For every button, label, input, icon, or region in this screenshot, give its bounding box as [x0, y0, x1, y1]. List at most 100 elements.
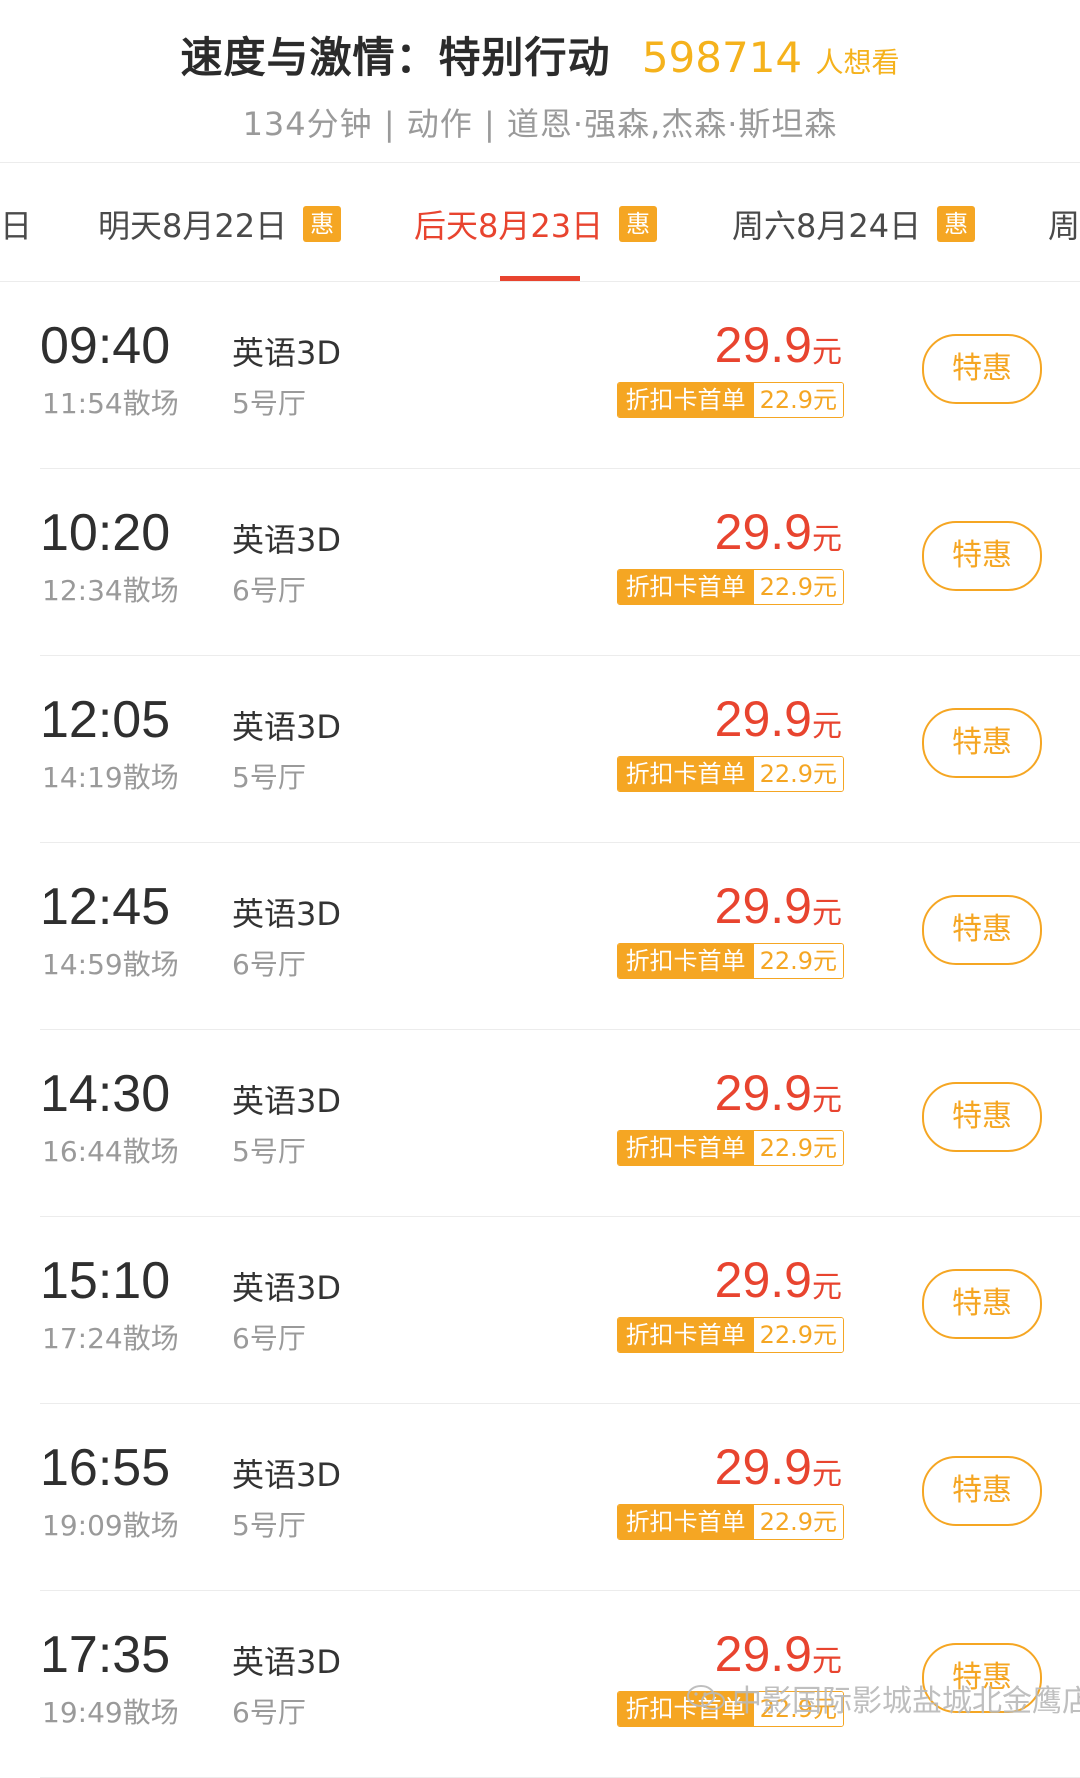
showtime-list: 09:40 11:54散场 英语3D 5号厅 29.9元 折扣卡首单 22.9元 … — [0, 282, 1080, 1778]
end-time: 12:34散场 — [42, 574, 179, 607]
card-label: 折扣卡首单 — [617, 1505, 754, 1539]
price-value: 29.9 — [714, 1439, 812, 1495]
hall-name: 5号厅 — [232, 387, 306, 420]
start-time: 12:45 — [40, 878, 171, 936]
price-unit: 元 — [812, 896, 842, 931]
special-offer-button[interactable]: 特惠 — [922, 1269, 1042, 1339]
showtime-row[interactable]: 12:05 14:19散场 英语3D 5号厅 29.9元 折扣卡首单 22.9元 … — [0, 656, 1080, 843]
tab-date-sunday[interactable]: 周 — [1048, 201, 1080, 247]
movie-title: 速度与激情：特别行动 — [180, 33, 611, 82]
price: 29.9元 — [715, 877, 842, 935]
price-unit: 元 — [812, 1457, 842, 1492]
hall-name: 5号厅 — [232, 1135, 306, 1168]
showtime-row[interactable]: 14:30 16:44散场 英语3D 5号厅 29.9元 折扣卡首单 22.9元 … — [0, 1030, 1080, 1217]
end-time: 19:49散场 — [42, 1696, 179, 1729]
watermark-text: 中影国际影城盐城北金鹰店 — [732, 1684, 1080, 1719]
end-time: 19:09散场 — [42, 1509, 179, 1542]
hall-name: 6号厅 — [232, 948, 306, 981]
special-offer-button[interactable]: 特惠 — [922, 895, 1042, 965]
discount-card-offer: 折扣卡首单 22.9元 — [616, 943, 844, 979]
end-time: 14:59散场 — [42, 948, 179, 981]
want-label: 人想看 — [815, 46, 900, 79]
movie-header: 速度与激情：特别行动 598714 人想看 134分钟 | 动作 | 道恩·强森… — [0, 0, 1080, 163]
language-format: 英语3D — [232, 708, 342, 746]
discount-card-offer: 折扣卡首单 22.9元 — [616, 569, 844, 605]
price-unit: 元 — [812, 1083, 842, 1118]
card-price: 22.9元 — [753, 944, 843, 978]
tab-label: 周 — [1048, 207, 1080, 245]
special-offer-button[interactable]: 特惠 — [922, 708, 1042, 778]
language-format: 英语3D — [232, 895, 342, 933]
price-unit: 元 — [812, 522, 842, 557]
card-price: 22.9元 — [753, 383, 843, 417]
price: 29.9元 — [715, 1251, 842, 1309]
want-count: 598714 — [641, 33, 803, 82]
hall-name: 6号厅 — [232, 1322, 306, 1355]
start-time: 10:20 — [40, 504, 171, 562]
price-unit: 元 — [812, 709, 842, 744]
language-format: 英语3D — [232, 1456, 342, 1494]
price: 29.9元 — [715, 503, 842, 561]
language-format: 英语3D — [232, 521, 342, 559]
price: 29.9元 — [715, 1064, 842, 1122]
card-label: 折扣卡首单 — [617, 1318, 754, 1352]
wechat-icon — [687, 1685, 725, 1710]
price: 29.9元 — [715, 1438, 842, 1496]
active-tab-indicator — [500, 276, 580, 281]
end-time: 17:24散场 — [42, 1322, 179, 1355]
price-value: 29.9 — [714, 1065, 812, 1121]
tab-label: 明天8月22日 — [98, 207, 288, 245]
special-offer-button[interactable]: 特惠 — [922, 1456, 1042, 1526]
price-value: 29.9 — [714, 317, 812, 373]
start-time: 16:55 — [40, 1439, 171, 1497]
card-label: 折扣卡首单 — [617, 757, 754, 791]
end-time: 16:44散场 — [42, 1135, 179, 1168]
card-price: 22.9元 — [753, 1505, 843, 1539]
title-line: 速度与激情：特别行动 598714 人想看 — [0, 0, 1080, 85]
card-label: 折扣卡首单 — [617, 383, 754, 417]
discount-card-offer: 折扣卡首单 22.9元 — [616, 756, 844, 792]
price-value: 29.9 — [714, 1626, 812, 1682]
tab-date-saturday[interactable]: 周六8月24日 惠 — [732, 201, 976, 247]
language-format: 英语3D — [232, 334, 342, 372]
start-time: 09:40 — [40, 317, 171, 375]
price-value: 29.9 — [714, 691, 812, 747]
end-time: 11:54散场 — [42, 387, 179, 420]
tab-date-today[interactable]: 日 — [0, 201, 32, 247]
showtime-row[interactable]: 09:40 11:54散场 英语3D 5号厅 29.9元 折扣卡首单 22.9元 … — [0, 282, 1080, 469]
price: 29.9元 — [715, 1625, 842, 1683]
special-offer-button[interactable]: 特惠 — [922, 521, 1042, 591]
showtime-row[interactable]: 12:45 14:59散场 英语3D 6号厅 29.9元 折扣卡首单 22.9元 … — [0, 843, 1080, 1030]
language-format: 英语3D — [232, 1269, 342, 1307]
card-label: 折扣卡首单 — [617, 1131, 754, 1165]
discount-card-offer: 折扣卡首单 22.9元 — [616, 1130, 844, 1166]
price-value: 29.9 — [714, 878, 812, 934]
start-time: 14:30 — [40, 1065, 171, 1123]
wechat-watermark: 中影国际影城盐城北金鹰店 — [686, 1676, 1080, 1720]
showtime-row[interactable]: 10:20 12:34散场 英语3D 6号厅 29.9元 折扣卡首单 22.9元 … — [0, 469, 1080, 656]
showtime-row[interactable]: 15:10 17:24散场 英语3D 6号厅 29.9元 折扣卡首单 22.9元 … — [0, 1217, 1080, 1404]
price-value: 29.9 — [714, 504, 812, 560]
discount-card-offer: 折扣卡首单 22.9元 — [616, 382, 844, 418]
card-price: 22.9元 — [753, 757, 843, 791]
price-unit: 元 — [812, 1270, 842, 1305]
hall-name: 5号厅 — [232, 761, 306, 794]
date-tabs: 日 明天8月22日 惠 后天8月23日 惠 周六8月24日 惠 周 — [0, 163, 1080, 282]
price-value: 29.9 — [714, 1252, 812, 1308]
tab-date-tomorrow[interactable]: 明天8月22日 惠 — [98, 201, 342, 247]
price-unit: 元 — [812, 335, 842, 370]
special-offer-button[interactable]: 特惠 — [922, 334, 1042, 404]
tab-label: 后天8月23日 — [414, 207, 604, 245]
end-time: 14:19散场 — [42, 761, 179, 794]
showtime-row[interactable]: 16:55 19:09散场 英语3D 5号厅 29.9元 折扣卡首单 22.9元 … — [0, 1404, 1080, 1591]
tab-label: 周六8月24日 — [732, 207, 922, 245]
price: 29.9元 — [715, 690, 842, 748]
discount-badge: 惠 — [937, 206, 976, 242]
hall-name: 5号厅 — [232, 1509, 306, 1542]
tab-date-day-after[interactable]: 后天8月23日 惠 — [414, 201, 658, 247]
special-offer-button[interactable]: 特惠 — [922, 1082, 1042, 1152]
language-format: 英语3D — [232, 1082, 342, 1120]
discount-card-offer: 折扣卡首单 22.9元 — [616, 1504, 844, 1540]
hall-name: 6号厅 — [232, 574, 306, 607]
price: 29.9元 — [715, 316, 842, 374]
